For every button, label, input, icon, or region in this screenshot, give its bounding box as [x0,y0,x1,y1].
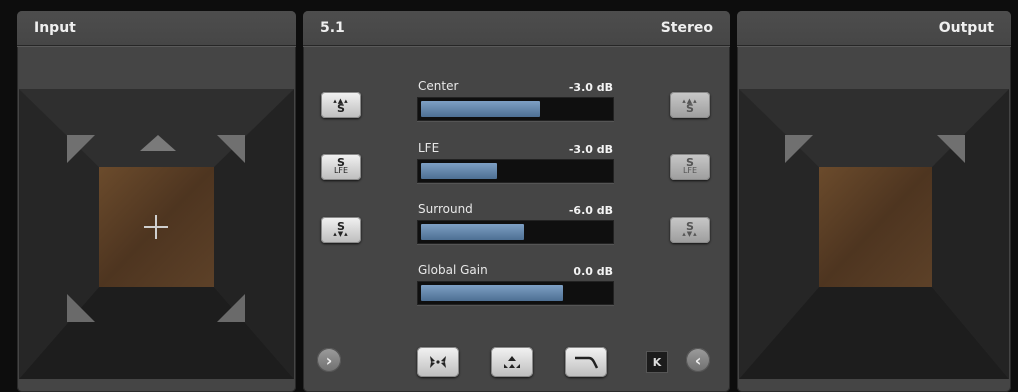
lfe-mode-button-left[interactable]: S LFE [321,154,361,180]
global-gain-slider-value: 0.0 dB [573,265,613,278]
center-slider-label: Center [418,79,459,93]
surround-slider[interactable] [417,220,614,244]
mixer-panel-header: 5.1 Stereo [303,11,730,46]
global-gain-slider-label: Global Gain [418,263,488,277]
speaker-output-right-icon [937,135,965,163]
mix-inward-button[interactable] [417,347,459,377]
speaker-front-left-icon[interactable] [67,135,95,163]
speaker-front-s-icon: ▴▲▴ S [333,96,349,115]
mixer-panel: 5.1 Stereo ▴▲▴ S S LFE S ▴▼▴ ▴▲▴ S S LFE [303,11,730,392]
lfe-slider-value: -3.0 dB [568,143,613,156]
output-room-view [739,89,1009,379]
speaker-layout-icon [504,356,520,368]
expand-right-button[interactable]: ‹ [686,348,710,372]
center-mode-button-right[interactable]: ▴▲▴ S [670,92,710,118]
speaker-layout-button[interactable] [491,347,533,377]
input-panel: Input [17,11,296,392]
speaker-center-icon[interactable] [140,135,176,151]
input-format-label: 5.1 [320,20,345,36]
speaker-rear-s-icon: S ▴▼▴ [682,219,698,238]
speaker-rear-right-icon[interactable] [217,294,245,322]
surround-mode-button-left[interactable]: S ▴▼▴ [321,217,361,243]
speaker-output-left-icon [785,135,813,163]
input-room-view[interactable] [19,89,294,379]
center-slider-value: -3.0 dB [568,81,613,94]
chevron-right-icon: › [325,350,333,370]
expand-left-button[interactable]: › [317,348,341,372]
lfe-slider-fill [421,163,497,179]
lfe-mode-button-right[interactable]: S LFE [670,154,710,180]
input-panel-header: Input [17,11,296,46]
lfe-slider[interactable] [417,159,614,183]
speaker-s-lfe-icon: S LFE [682,156,698,175]
arrows-inward-icon [430,356,446,368]
output-panel-title: Output [938,20,994,36]
output-panel: Output [737,11,1011,392]
speaker-rear-s-icon: S ▴▼▴ [333,219,349,238]
output-format-label: Stereo [660,20,713,36]
speaker-s-lfe-icon: S LFE [333,156,349,175]
speaker-front-right-icon[interactable] [217,135,245,163]
lfe-slider-label: LFE [418,141,440,155]
chevron-left-icon: ‹ [694,350,702,370]
surround-slider-label: Surround [418,202,473,216]
global-gain-slider-fill [421,285,564,301]
input-panel-title: Input [34,20,76,36]
filter-curve-button[interactable] [565,347,607,377]
speaker-front-s-icon: ▴▲▴ S [682,96,698,115]
output-panel-header: Output [737,11,1011,46]
skip-back-icon: K [652,355,662,369]
skip-back-button[interactable]: K [646,351,668,373]
center-slider[interactable] [417,97,614,121]
surround-slider-fill [421,224,525,240]
center-slider-fill [421,101,540,117]
surround-slider-value: -6.0 dB [568,204,613,217]
global-gain-slider[interactable] [417,281,614,305]
center-mode-button-left[interactable]: ▴▲▴ S [321,92,361,118]
surround-mode-button-right[interactable]: S ▴▼▴ [670,217,710,243]
speaker-rear-left-icon[interactable] [67,294,95,322]
lowpass-curve-icon [575,356,599,369]
